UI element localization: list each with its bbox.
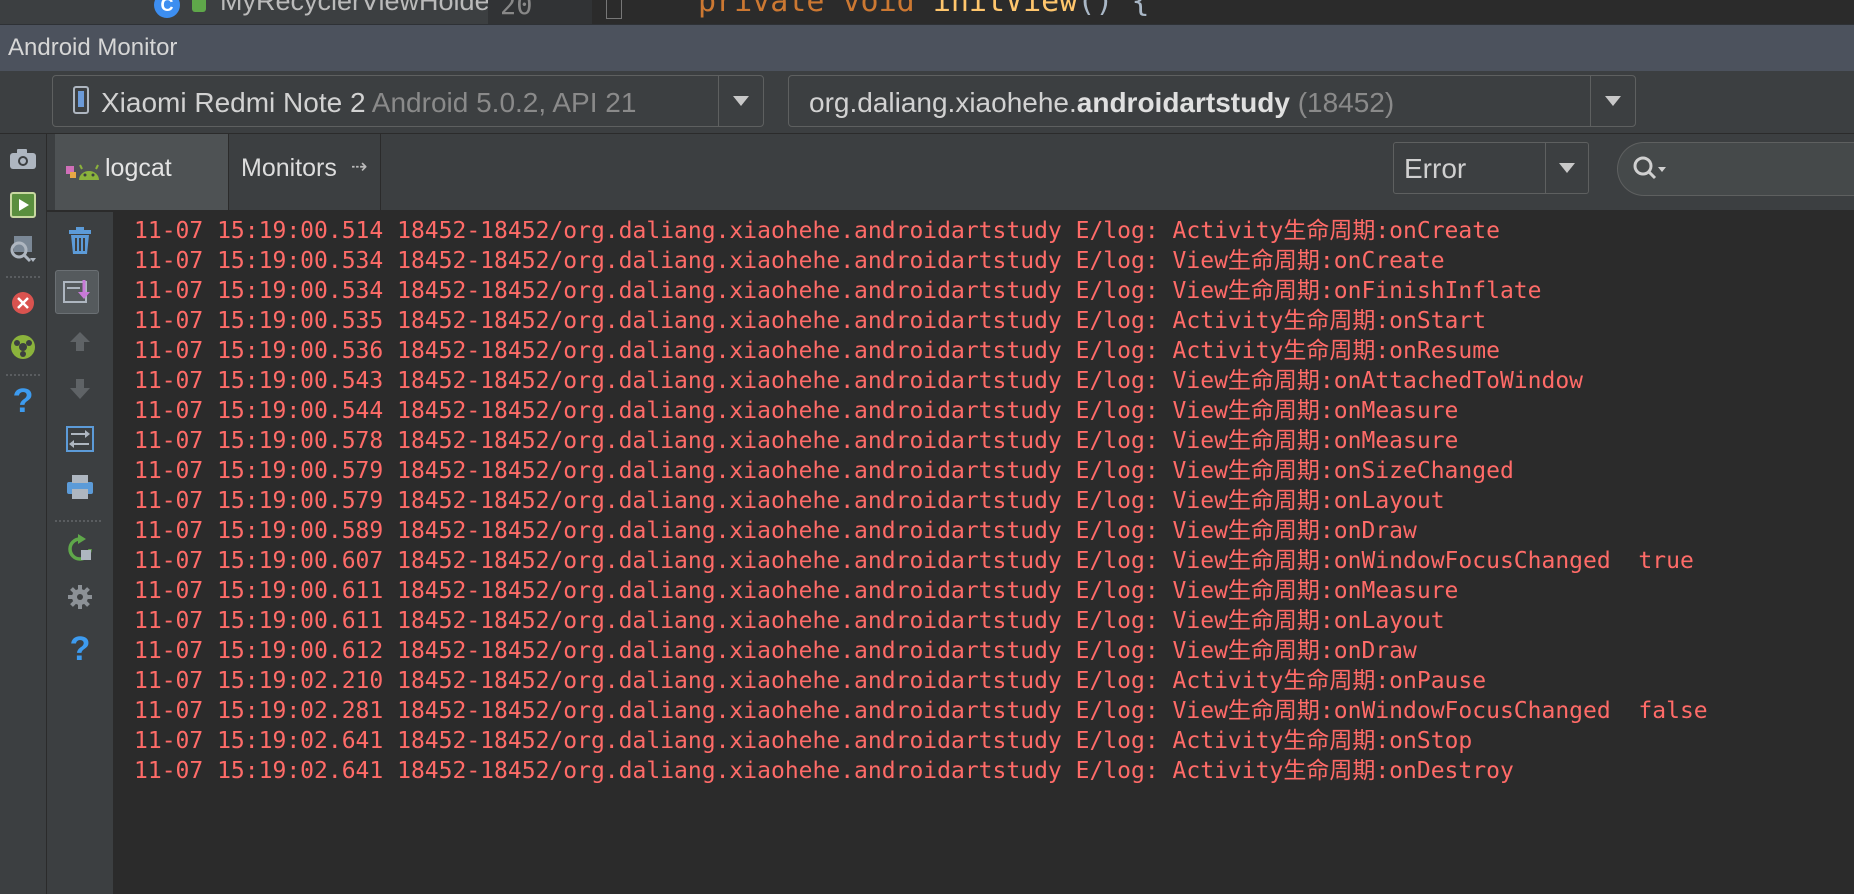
panel-title: Android Monitor: [8, 34, 178, 61]
help-icon[interactable]: ?: [6, 382, 40, 420]
toolbar-separator: [6, 374, 40, 376]
scroll-to-end-icon[interactable]: [55, 270, 99, 314]
device-row: Xiaomi Redmi Note 2 Android 5.0.2, API 2…: [0, 71, 1854, 134]
up-arrow-icon[interactable]: [63, 324, 97, 358]
logcat-icon: [66, 164, 99, 180]
search-icon[interactable]: [1632, 155, 1668, 183]
log-line: 11-07 15:19:00.536 18452-18452/org.dalia…: [134, 338, 1500, 364]
process-label: org.daliang.xiaohehe.androidartstudy (18…: [809, 87, 1394, 119]
device-label: Xiaomi Redmi Note 2 Android 5.0.2, API 2…: [101, 87, 636, 119]
class-icon: C: [154, 0, 180, 18]
log-line: 11-07 15:19:00.535 18452-18452/org.dalia…: [134, 308, 1487, 334]
log-line: 11-07 15:19:00.612 18452-18452/org.dalia…: [134, 638, 1417, 664]
process-dropdown-arrow-icon[interactable]: [1590, 76, 1635, 126]
log-level-value: Error: [1404, 153, 1467, 184]
log-level-arrow-icon[interactable]: [1545, 143, 1588, 193]
panel-title-bar: Android Monitor: [0, 24, 1854, 72]
camera-icon[interactable]: [6, 142, 40, 176]
tab-logcat-label: logcat: [105, 154, 172, 182]
process-dropdown[interactable]: org.daliang.xiaohehe.androidartstudy (18…: [788, 75, 1636, 127]
log-line: 11-07 15:19:00.534 18452-18452/org.dalia…: [134, 248, 1445, 274]
toolbar-separator: [6, 276, 40, 278]
tab-monitors[interactable]: Monitors ⇢: [229, 134, 381, 210]
process-pid: (18452): [1297, 87, 1395, 118]
clear-logcat-icon[interactable]: [63, 224, 97, 258]
code-method: initView: [932, 0, 1078, 19]
lock-icon: [192, 0, 206, 12]
screen-record-icon[interactable]: [6, 188, 40, 222]
fold-marker-icon[interactable]: [606, 0, 622, 19]
log-line: 11-07 15:19:00.578 18452-18452/org.dalia…: [134, 428, 1459, 454]
down-arrow-icon[interactable]: [63, 372, 97, 406]
monitor-side-toolbar: ?: [0, 134, 47, 894]
pin-icon[interactable]: ⇢: [351, 154, 368, 179]
monitor-tab-bar: logcat Monitors ⇢ Error: [47, 134, 1854, 212]
log-line: 11-07 15:19:02.641 18452-18452/org.dalia…: [134, 758, 1514, 784]
system-info-icon[interactable]: [6, 232, 40, 266]
soft-wraps-icon[interactable]: [63, 422, 97, 456]
tree-item-label[interactable]: MyRecyclerViewHolder: [220, 0, 488, 17]
settings-icon[interactable]: [63, 580, 97, 614]
phone-icon: [73, 86, 89, 114]
gpu-monitor-icon[interactable]: [6, 330, 40, 364]
log-line: 11-07 15:19:00.543 18452-18452/org.dalia…: [134, 368, 1584, 394]
logcat-search-input[interactable]: [1617, 142, 1854, 196]
code-keyword: private void: [698, 0, 915, 19]
tab-logcat[interactable]: logcat: [55, 134, 229, 210]
device-dropdown[interactable]: Xiaomi Redmi Note 2 Android 5.0.2, API 2…: [52, 75, 764, 127]
logcat-output[interactable]: 11-07 15:19:00.514 18452-18452/org.dalia…: [114, 212, 1854, 894]
log-line: 11-07 15:19:00.534 18452-18452/org.dalia…: [134, 278, 1542, 304]
line-number: 20: [500, 0, 533, 21]
log-line: 11-07 15:19:00.514 18452-18452/org.dalia…: [134, 218, 1500, 244]
log-line: 11-07 15:19:00.611 18452-18452/org.dalia…: [134, 578, 1459, 604]
log-line: 11-07 15:19:00.579 18452-18452/org.dalia…: [134, 458, 1514, 484]
log-level-select[interactable]: Error: [1393, 142, 1589, 194]
log-line: 11-07 15:19:02.281 18452-18452/org.dalia…: [134, 698, 1708, 724]
restart-icon[interactable]: [63, 532, 97, 566]
log-line: 11-07 15:19:00.544 18452-18452/org.dalia…: [134, 398, 1459, 424]
device-dropdown-arrow-icon[interactable]: [718, 76, 763, 126]
log-line: 11-07 15:19:02.641 18452-18452/org.dalia…: [134, 728, 1473, 754]
log-line: 11-07 15:19:00.607 18452-18452/org.dalia…: [134, 548, 1694, 574]
code-line[interactable]: private void initView() {: [698, 0, 1150, 19]
package-prefix: org.daliang.xiaohehe.: [809, 87, 1077, 118]
log-line: 11-07 15:19:02.210 18452-18452/org.dalia…: [134, 668, 1487, 694]
project-tree: C MyRecyclerViewHolder: [0, 0, 488, 24]
log-line: 11-07 15:19:00.579 18452-18452/org.dalia…: [134, 488, 1445, 514]
log-line: 11-07 15:19:00.611 18452-18452/org.dalia…: [134, 608, 1445, 634]
terminate-icon[interactable]: [6, 286, 40, 320]
editor-strip: C MyRecyclerViewHolder 20 private void i…: [0, 0, 1854, 24]
help-icon[interactable]: ?: [63, 630, 97, 668]
device-name: Xiaomi Redmi Note 2: [101, 87, 366, 118]
device-os: Android 5.0.2, API 21: [371, 87, 637, 118]
toolbar-separator: [55, 520, 101, 522]
tab-monitors-label: Monitors: [241, 154, 337, 182]
package-name: androidartstudy: [1076, 87, 1290, 118]
code-tail: () {: [1077, 0, 1150, 19]
log-line: 11-07 15:19:00.589 18452-18452/org.dalia…: [134, 518, 1417, 544]
logcat-toolbar: ?: [47, 212, 114, 894]
print-icon[interactable]: [63, 470, 97, 504]
